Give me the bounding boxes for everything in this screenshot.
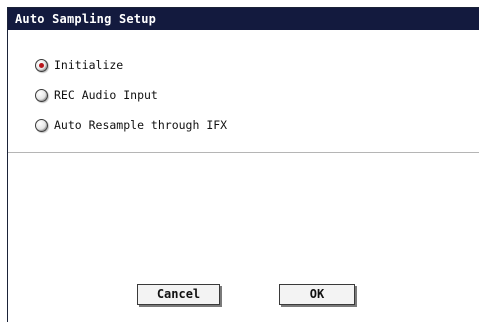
option-rec-audio-input[interactable]: REC Audio Input [35, 87, 158, 103]
option-initialize[interactable]: Initialize [35, 57, 123, 73]
ok-button[interactable]: OK [279, 284, 355, 305]
dialog-title: Auto Sampling Setup [8, 8, 479, 30]
section-divider [8, 152, 479, 153]
option-label: REC Audio Input [54, 88, 158, 102]
option-label: Auto Resample through IFX [54, 118, 228, 132]
radio-button[interactable] [35, 118, 48, 132]
option-label: Initialize [54, 58, 124, 72]
radio-button-selected[interactable] [35, 58, 48, 72]
radio-button[interactable] [35, 88, 48, 102]
option-auto-resample-through-ifx[interactable]: Auto Resample through IFX [35, 117, 227, 133]
cancel-button[interactable]: Cancel [137, 284, 220, 305]
auto-sampling-setup-dialog: Auto Sampling Setup Initialize REC Audio… [7, 7, 479, 322]
